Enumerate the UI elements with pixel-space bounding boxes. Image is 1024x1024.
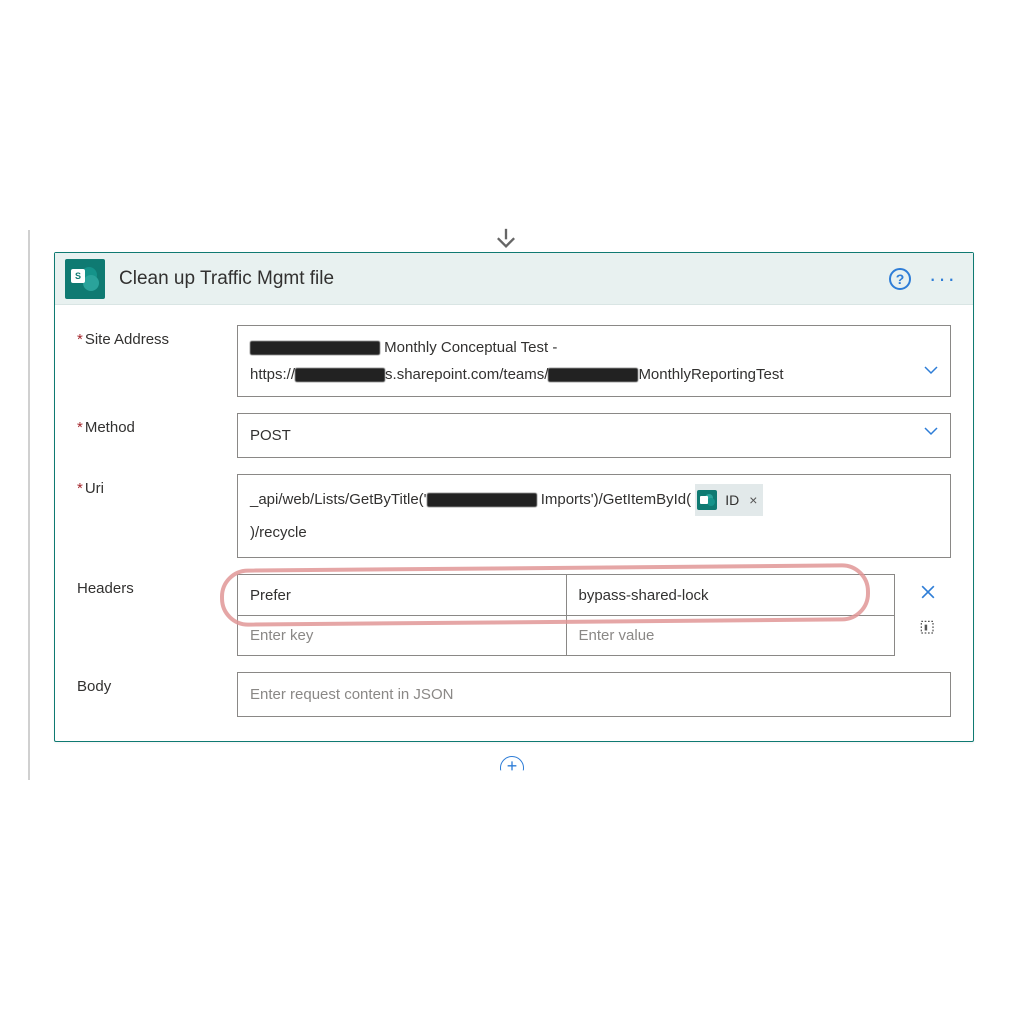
- header-value-input[interactable]: bypass-shared-lock: [566, 575, 895, 615]
- sharepoint-icon: [697, 490, 717, 510]
- more-menu-icon[interactable]: ···: [929, 268, 957, 290]
- chevron-down-icon: [922, 422, 940, 449]
- site-address-label: Site Address: [77, 325, 237, 348]
- body-input[interactable]: Enter request content in JSON: [237, 672, 951, 717]
- token-remove-icon[interactable]: ×: [747, 485, 757, 516]
- remove-header-icon[interactable]: [918, 582, 938, 606]
- method-dropdown[interactable]: POST: [237, 413, 951, 458]
- card-header[interactable]: S Clean up Traffic Mgmt file ? ···: [55, 253, 973, 305]
- add-step-button[interactable]: +: [500, 756, 524, 780]
- sharepoint-icon: S: [65, 259, 105, 299]
- card-title: Clean up Traffic Mgmt file: [119, 268, 889, 290]
- redacted-text: [427, 493, 537, 507]
- method-label: Method: [77, 413, 237, 436]
- flow-connector-line: [28, 230, 30, 780]
- chevron-down-icon: [922, 361, 940, 388]
- body-label: Body: [77, 672, 237, 695]
- header-value-input-empty[interactable]: Enter value: [566, 616, 895, 655]
- header-key-input[interactable]: Prefer: [238, 575, 566, 615]
- switch-to-text-mode-icon[interactable]: [918, 618, 938, 642]
- redacted-text: [295, 368, 385, 382]
- action-card: S Clean up Traffic Mgmt file ? ··· Site …: [54, 252, 974, 742]
- help-icon[interactable]: ?: [889, 268, 911, 290]
- dynamic-content-token-id[interactable]: ID ×: [695, 484, 763, 517]
- uri-input[interactable]: _api/web/Lists/GetByTitle(' Imports')/Ge…: [237, 474, 951, 558]
- headers-label: Headers: [77, 574, 237, 597]
- card-body: Site Address Monthly Conceptual Test - h…: [55, 305, 973, 741]
- flow-arrow-down-icon: [492, 226, 520, 252]
- header-key-input-empty[interactable]: Enter key: [238, 616, 566, 655]
- redacted-text: [250, 341, 380, 355]
- uri-label: Uri: [77, 474, 237, 497]
- site-address-dropdown[interactable]: Monthly Conceptual Test - https://s.shar…: [237, 325, 951, 397]
- headers-table: Prefer bypass-shared-lock Enter key Ente…: [237, 574, 895, 656]
- redacted-text: [548, 368, 638, 382]
